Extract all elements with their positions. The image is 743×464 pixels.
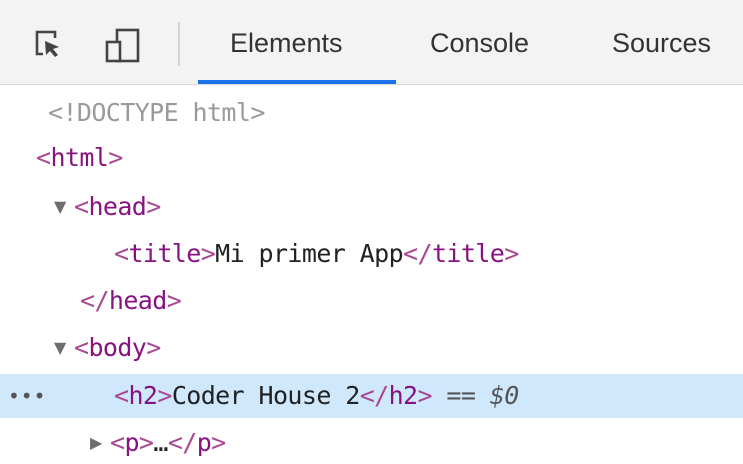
device-toolbar-icon[interactable] [104,27,140,63]
h2-close-tag-name: h2 [388,381,419,410]
title-close-tag-name: title [431,239,505,268]
p-ellipsis: … [153,428,168,457]
tab-console[interactable]: Console [430,28,529,59]
tree-row-head[interactable]: ▼ <head> [0,186,743,228]
tree-row-head-close[interactable]: </head> [0,280,743,322]
html-tag-name: html [50,143,109,172]
p-tag-name: p [124,428,139,457]
tree-row-body[interactable]: ▼ <body> [0,327,743,369]
tab-elements[interactable]: Elements [230,28,343,59]
title-element: <title>Mi primer App</title> [114,239,519,268]
active-tab-indicator [198,80,396,84]
p-close-tag-name: p [196,428,212,457]
p-element: <p>…</p> [110,428,226,457]
more-options-dots-icon[interactable]: ••• [8,374,46,418]
collapse-triangle-icon[interactable]: ▶ [90,422,102,464]
expand-triangle-icon[interactable]: ▼ [54,327,66,369]
title-text: Mi primer App [215,239,404,268]
h2-element: <h2>Coder House 2</h2> == $0 [114,381,519,410]
tree-row-doctype[interactable]: <!DOCTYPE html> [0,92,743,134]
head-open-tag: <head> [74,192,161,221]
devtools-toolbar: Elements Console Sources [0,0,743,85]
head-close-tag-name: head [108,286,167,315]
html-open-tag: <html> [36,143,123,172]
inspect-element-icon[interactable] [30,27,64,61]
body-open-tag: <body> [74,333,161,362]
tab-sources[interactable]: Sources [612,28,711,59]
title-tag-name: title [128,239,201,268]
tree-row-p[interactable]: ▶ <p>…</p> [0,422,743,464]
selected-node-marker: == $0 [446,381,519,410]
expand-triangle-icon[interactable]: ▼ [54,186,66,228]
doctype-text: <!DOCTYPE html> [48,98,265,127]
h2-text: Coder House 2 [171,381,360,410]
tree-row-html[interactable]: <html> [0,137,743,179]
body-tag-name: body [88,333,147,362]
toolbar-divider [178,22,180,66]
head-close-tag: </head> [80,286,182,315]
head-tag-name: head [88,192,147,221]
tree-row-h2-selected[interactable]: ••• <h2>Coder House 2</h2> == $0 [0,374,743,418]
tree-row-title[interactable]: <title>Mi primer App</title> [0,233,743,275]
h2-tag-name: h2 [128,381,158,410]
